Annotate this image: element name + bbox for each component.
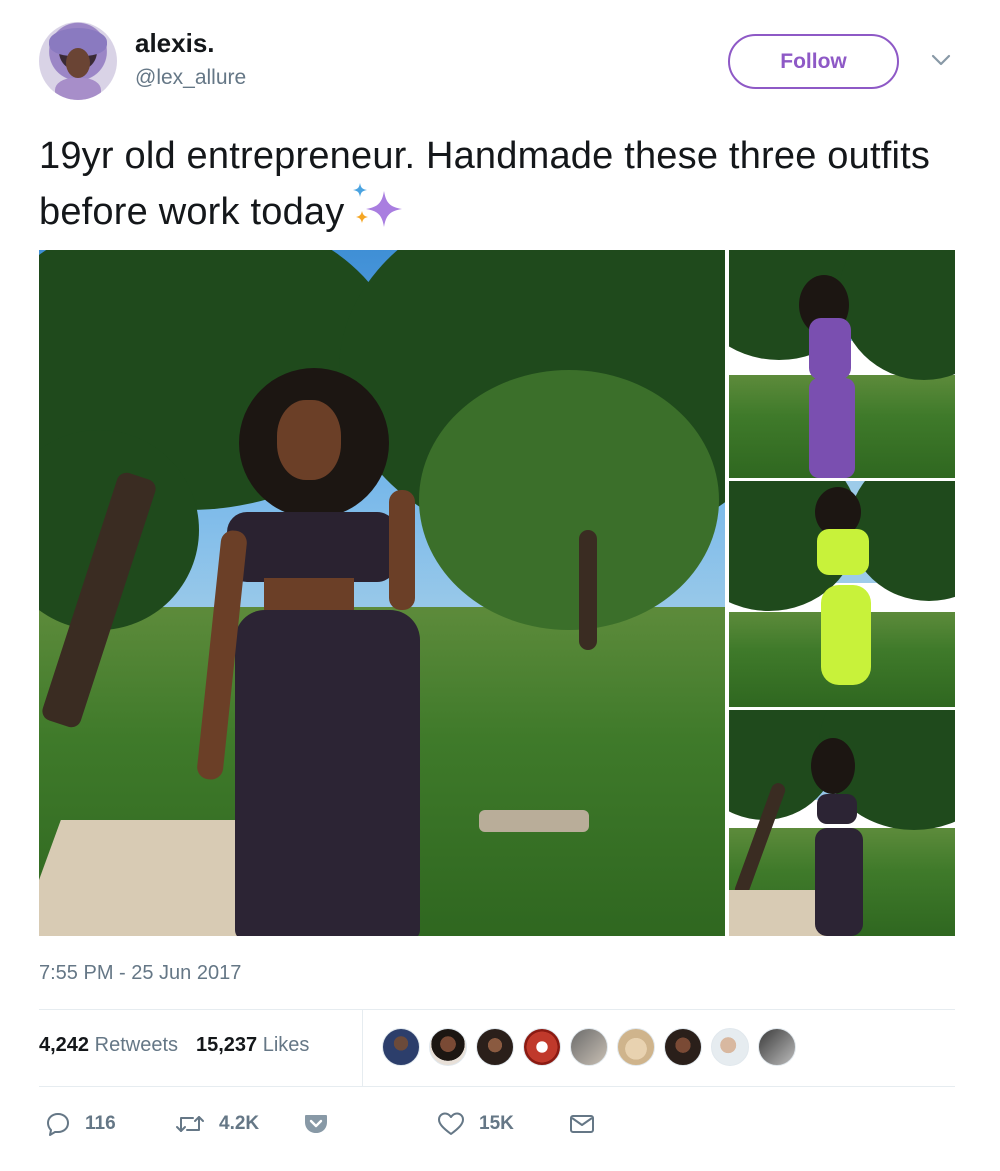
liker-avatar[interactable] — [758, 1028, 796, 1066]
divider-bottom — [39, 1086, 955, 1087]
liker-avatar[interactable] — [382, 1028, 420, 1066]
reply-button[interactable]: 116 — [45, 1104, 116, 1144]
tweet-timestamp[interactable]: 7:55 PM - 25 Jun 2017 — [39, 962, 241, 985]
like-button[interactable]: 15K — [437, 1104, 514, 1144]
tweet-text: 19yr old entrepreneur. Handmade these th… — [39, 128, 969, 241]
heart-icon — [438, 1112, 464, 1135]
liker-avatar[interactable] — [429, 1028, 467, 1066]
reply-icon — [47, 1113, 69, 1136]
retweets-label: Retweets — [94, 1034, 178, 1056]
tweet-text-content: 19yr old entrepreneur. Handmade these th… — [39, 135, 931, 233]
photo-thumbnail-1[interactable] — [729, 250, 955, 478]
follow-button[interactable]: Follow — [728, 34, 899, 89]
retweets-count: 4,242 — [39, 1034, 90, 1056]
reply-count: 116 — [85, 1113, 116, 1134]
likes-stat[interactable]: 15,237 Likes — [196, 1034, 309, 1056]
retweets-stat[interactable]: 4,242 Retweets — [39, 1034, 178, 1056]
stats-divider — [362, 1010, 363, 1086]
retweet-count: 4.2K — [219, 1113, 260, 1134]
profile-avatar[interactable] — [39, 22, 117, 100]
chevron-down-icon[interactable] — [930, 52, 952, 68]
liker-avatar[interactable] — [476, 1028, 514, 1066]
pocket-save-button[interactable] — [303, 1104, 329, 1144]
liker-avatar[interactable] — [664, 1028, 702, 1066]
divider-top — [39, 1009, 955, 1010]
retweet-button[interactable]: 4.2K — [175, 1104, 259, 1144]
likes-count: 15,237 — [196, 1034, 258, 1056]
photo-thumbnail-3[interactable] — [729, 710, 955, 936]
direct-message-button[interactable] — [569, 1104, 595, 1144]
envelope-icon — [570, 1115, 594, 1133]
retweet-icon — [176, 1116, 204, 1132]
user-handle[interactable]: @lex_allure — [135, 66, 246, 90]
likes-label: Likes — [262, 1034, 310, 1056]
sparkles-icon — [353, 182, 403, 227]
liker-avatar[interactable] — [617, 1028, 655, 1066]
liker-avatar[interactable] — [711, 1028, 749, 1066]
tweet-stats: 4,242 Retweets 15,237 Likes — [39, 1034, 309, 1057]
photo-thumbnail-2[interactable] — [729, 481, 955, 707]
liker-avatar[interactable] — [523, 1028, 561, 1066]
like-count: 15K — [479, 1113, 514, 1134]
pocket-icon — [305, 1115, 327, 1133]
liker-avatars — [382, 1028, 805, 1068]
liker-avatar[interactable] — [570, 1028, 608, 1066]
photo-main[interactable] — [39, 250, 725, 936]
display-name[interactable]: alexis. — [135, 28, 215, 59]
